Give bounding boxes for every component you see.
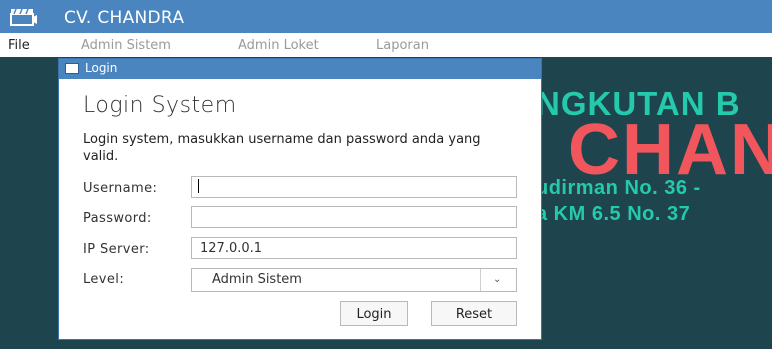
login-heading: Login System: [83, 93, 237, 118]
menu-laporan[interactable]: Laporan: [376, 38, 429, 53]
username-field[interactable]: [191, 176, 517, 198]
username-label: Username:: [83, 181, 158, 196]
ip-server-field[interactable]: [191, 237, 517, 259]
login-description: Login system, masukkan username dan pass…: [83, 132, 481, 164]
app-title: CV. CHANDRA: [64, 8, 185, 28]
clapperboard-icon: [10, 8, 37, 26]
chevron-down-icon[interactable]: ⌄: [493, 274, 501, 285]
banner-address-2: a KM 6.5 No. 37: [536, 203, 691, 225]
window-icon: [65, 63, 79, 74]
login-dialog: Login Login System Login system, masukka…: [59, 59, 541, 339]
level-select[interactable]: Admin Sistem ⌄: [191, 268, 517, 292]
password-field[interactable]: [191, 206, 517, 228]
menu-admin-sistem[interactable]: Admin Sistem: [81, 38, 171, 53]
select-divider: [480, 269, 481, 291]
menu-admin-loket[interactable]: Admin Loket: [238, 38, 319, 53]
login-frame-title: Login: [85, 61, 118, 75]
reset-button[interactable]: Reset: [431, 301, 517, 326]
password-label: Password:: [83, 211, 152, 226]
level-selected-value: Admin Sistem: [212, 272, 302, 287]
menu-file[interactable]: File: [8, 38, 30, 53]
level-label: Level:: [83, 272, 125, 287]
banner-address-1: udirman No. 36 -: [536, 177, 701, 199]
text-caret: [198, 179, 199, 193]
login-button[interactable]: Login: [340, 301, 408, 326]
login-title-bar[interactable]: Login: [59, 59, 541, 79]
menu-bar: File Admin Sistem Admin Loket Laporan: [0, 33, 772, 57]
app-title-bar: CV. CHANDRA: [0, 0, 772, 33]
ip-server-label: IP Server:: [83, 242, 150, 257]
